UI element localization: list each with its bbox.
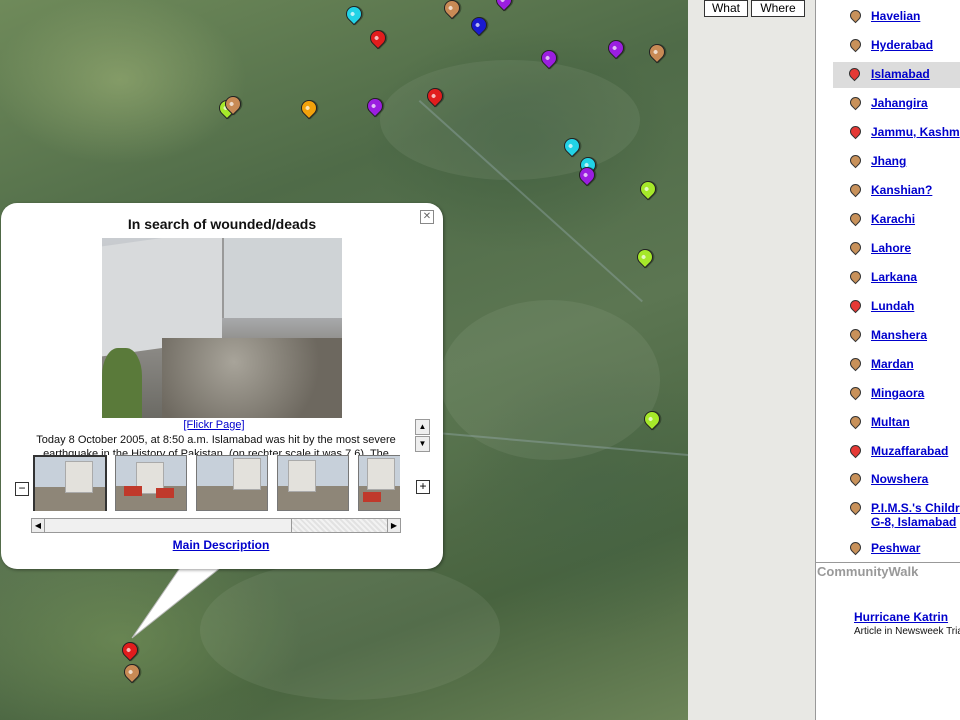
place-label[interactable]: Kanshian? bbox=[871, 183, 932, 197]
brand-label: CommunityWalk bbox=[817, 564, 919, 579]
sidebar-item-place[interactable]: Lundah bbox=[816, 294, 960, 320]
place-label[interactable]: Multan bbox=[871, 415, 910, 429]
thumbnail-strip bbox=[32, 455, 400, 511]
marker-icon bbox=[847, 268, 864, 285]
place-label[interactable]: Larkana bbox=[871, 270, 917, 284]
zoom-out-button[interactable]: − bbox=[15, 482, 29, 496]
marker-icon bbox=[847, 181, 864, 198]
tab-where[interactable]: Where bbox=[751, 0, 805, 17]
tab-what[interactable]: What bbox=[704, 0, 748, 17]
thumbnail-1[interactable] bbox=[33, 455, 107, 511]
terrain-shade bbox=[200, 560, 500, 700]
popup-photo[interactable] bbox=[102, 238, 342, 418]
flickr-page-link[interactable]: [Flickr Page] bbox=[1, 419, 427, 431]
scroll-left-button[interactable]: ◀ bbox=[32, 519, 45, 532]
marker-icon bbox=[847, 499, 864, 516]
place-label[interactable]: Muzaffarabad bbox=[871, 444, 948, 458]
place-label[interactable]: Mingaora bbox=[871, 386, 924, 400]
scroll-right-button[interactable]: ▶ bbox=[387, 519, 400, 532]
place-label[interactable]: Peshwar bbox=[871, 541, 920, 555]
marker-icon bbox=[847, 470, 864, 487]
sidebar-item-place[interactable]: Jhang bbox=[816, 149, 960, 175]
marker-icon bbox=[847, 7, 864, 24]
sidebar-item-place[interactable]: Muzaffarabad bbox=[816, 439, 960, 465]
sidebar-item-place[interactable]: Karachi bbox=[816, 207, 960, 233]
marker-icon bbox=[846, 65, 863, 82]
info-popup: In search of wounded/deads ✕ [Flickr Pag… bbox=[1, 203, 443, 569]
close-icon[interactable]: ✕ bbox=[420, 210, 434, 224]
marker-icon bbox=[847, 36, 864, 53]
sidebar-item-place[interactable]: Havelian bbox=[816, 4, 960, 30]
sidebar-item-place[interactable]: Jammu, Kashm bbox=[816, 120, 960, 146]
place-label[interactable]: Havelian bbox=[871, 9, 920, 23]
place-label[interactable]: Mardan bbox=[871, 357, 914, 371]
terrain-shade bbox=[380, 60, 640, 180]
marker-icon bbox=[847, 94, 864, 111]
place-label[interactable]: Jahangira bbox=[871, 96, 928, 110]
marker-icon bbox=[847, 152, 864, 169]
zoom-in-button[interactable]: + bbox=[416, 480, 430, 494]
control-panel: What Where bbox=[688, 0, 815, 720]
place-label[interactable]: Lundah bbox=[871, 299, 914, 313]
thumbnail-4[interactable] bbox=[277, 455, 349, 511]
sidebar-item-place[interactable]: Lahore bbox=[816, 236, 960, 262]
sidebar-item-place[interactable]: Manshera bbox=[816, 323, 960, 349]
place-label[interactable]: Jammu, Kashm bbox=[871, 125, 960, 139]
marker-icon bbox=[847, 442, 864, 459]
sidebar-item-place[interactable]: P.I.M.S.'s Childre G-8, Islamabad bbox=[816, 496, 960, 529]
marker-icon bbox=[847, 413, 864, 430]
place-label[interactable]: Karachi bbox=[871, 212, 915, 226]
sidebar-item-place[interactable]: Hyderabad bbox=[816, 33, 960, 59]
place-label[interactable]: Manshera bbox=[871, 328, 927, 342]
scrollbar-thumb[interactable] bbox=[45, 519, 292, 532]
place-label[interactable]: Hyderabad bbox=[871, 38, 933, 52]
sidebar-item-place[interactable]: Larkana bbox=[816, 265, 960, 291]
sidebar-item-place[interactable]: Kanshian? bbox=[816, 178, 960, 204]
thumbnail-5[interactable] bbox=[358, 455, 400, 511]
marker-icon bbox=[847, 355, 864, 372]
place-label[interactable]: Lahore bbox=[871, 241, 911, 255]
marker-icon bbox=[847, 326, 864, 343]
popup-title: In search of wounded/deads bbox=[127, 216, 317, 232]
divider bbox=[816, 562, 960, 563]
thumbnail-3[interactable] bbox=[196, 455, 268, 511]
thumbnail-2[interactable] bbox=[115, 455, 187, 511]
sidebar-item-place[interactable]: Mardan bbox=[816, 352, 960, 378]
scroll-up-button[interactable]: ▲ bbox=[415, 419, 430, 435]
places-sidebar: Havelian Hyderabad Islamabad Jahangira Jammu… bbox=[815, 0, 960, 720]
popup-description: Today 8 October 2005, at 8:50 a.m. Islam… bbox=[36, 434, 396, 455]
thumbnail-scrollbar[interactable]: ◀ ▶ bbox=[31, 518, 401, 533]
ad-title-link[interactable]: Hurricane Katrin bbox=[854, 610, 948, 624]
main-description-link[interactable]: Main Description bbox=[1, 538, 441, 552]
sidebar-item-place[interactable]: Multan bbox=[816, 410, 960, 436]
place-label[interactable]: Jhang bbox=[871, 154, 906, 168]
popup-tail bbox=[131, 567, 221, 639]
scroll-down-button[interactable]: ▼ bbox=[415, 436, 430, 452]
place-label[interactable]: Nowshera bbox=[871, 472, 928, 486]
marker-icon bbox=[847, 210, 864, 227]
marker-icon bbox=[847, 539, 864, 556]
place-label[interactable]: P.I.M.S.'s Childre bbox=[871, 501, 960, 515]
ad-text: Article in Newsweek Trial! bbox=[854, 626, 960, 637]
sidebar-item-place[interactable]: Peshwar bbox=[816, 536, 960, 562]
place-label[interactable]: Islamabad bbox=[871, 67, 930, 81]
marker-icon bbox=[847, 297, 864, 314]
sidebar-item-place[interactable]: Nowshera bbox=[816, 467, 960, 493]
marker-icon bbox=[847, 123, 864, 140]
sidebar-item-place[interactable]: Islamabad bbox=[833, 62, 960, 88]
place-label-line2[interactable]: G-8, Islamabad bbox=[871, 515, 956, 529]
marker-icon bbox=[847, 384, 864, 401]
sidebar-item-place[interactable]: Jahangira bbox=[816, 91, 960, 117]
marker-icon bbox=[847, 239, 864, 256]
sidebar-item-place[interactable]: Mingaora bbox=[816, 381, 960, 407]
